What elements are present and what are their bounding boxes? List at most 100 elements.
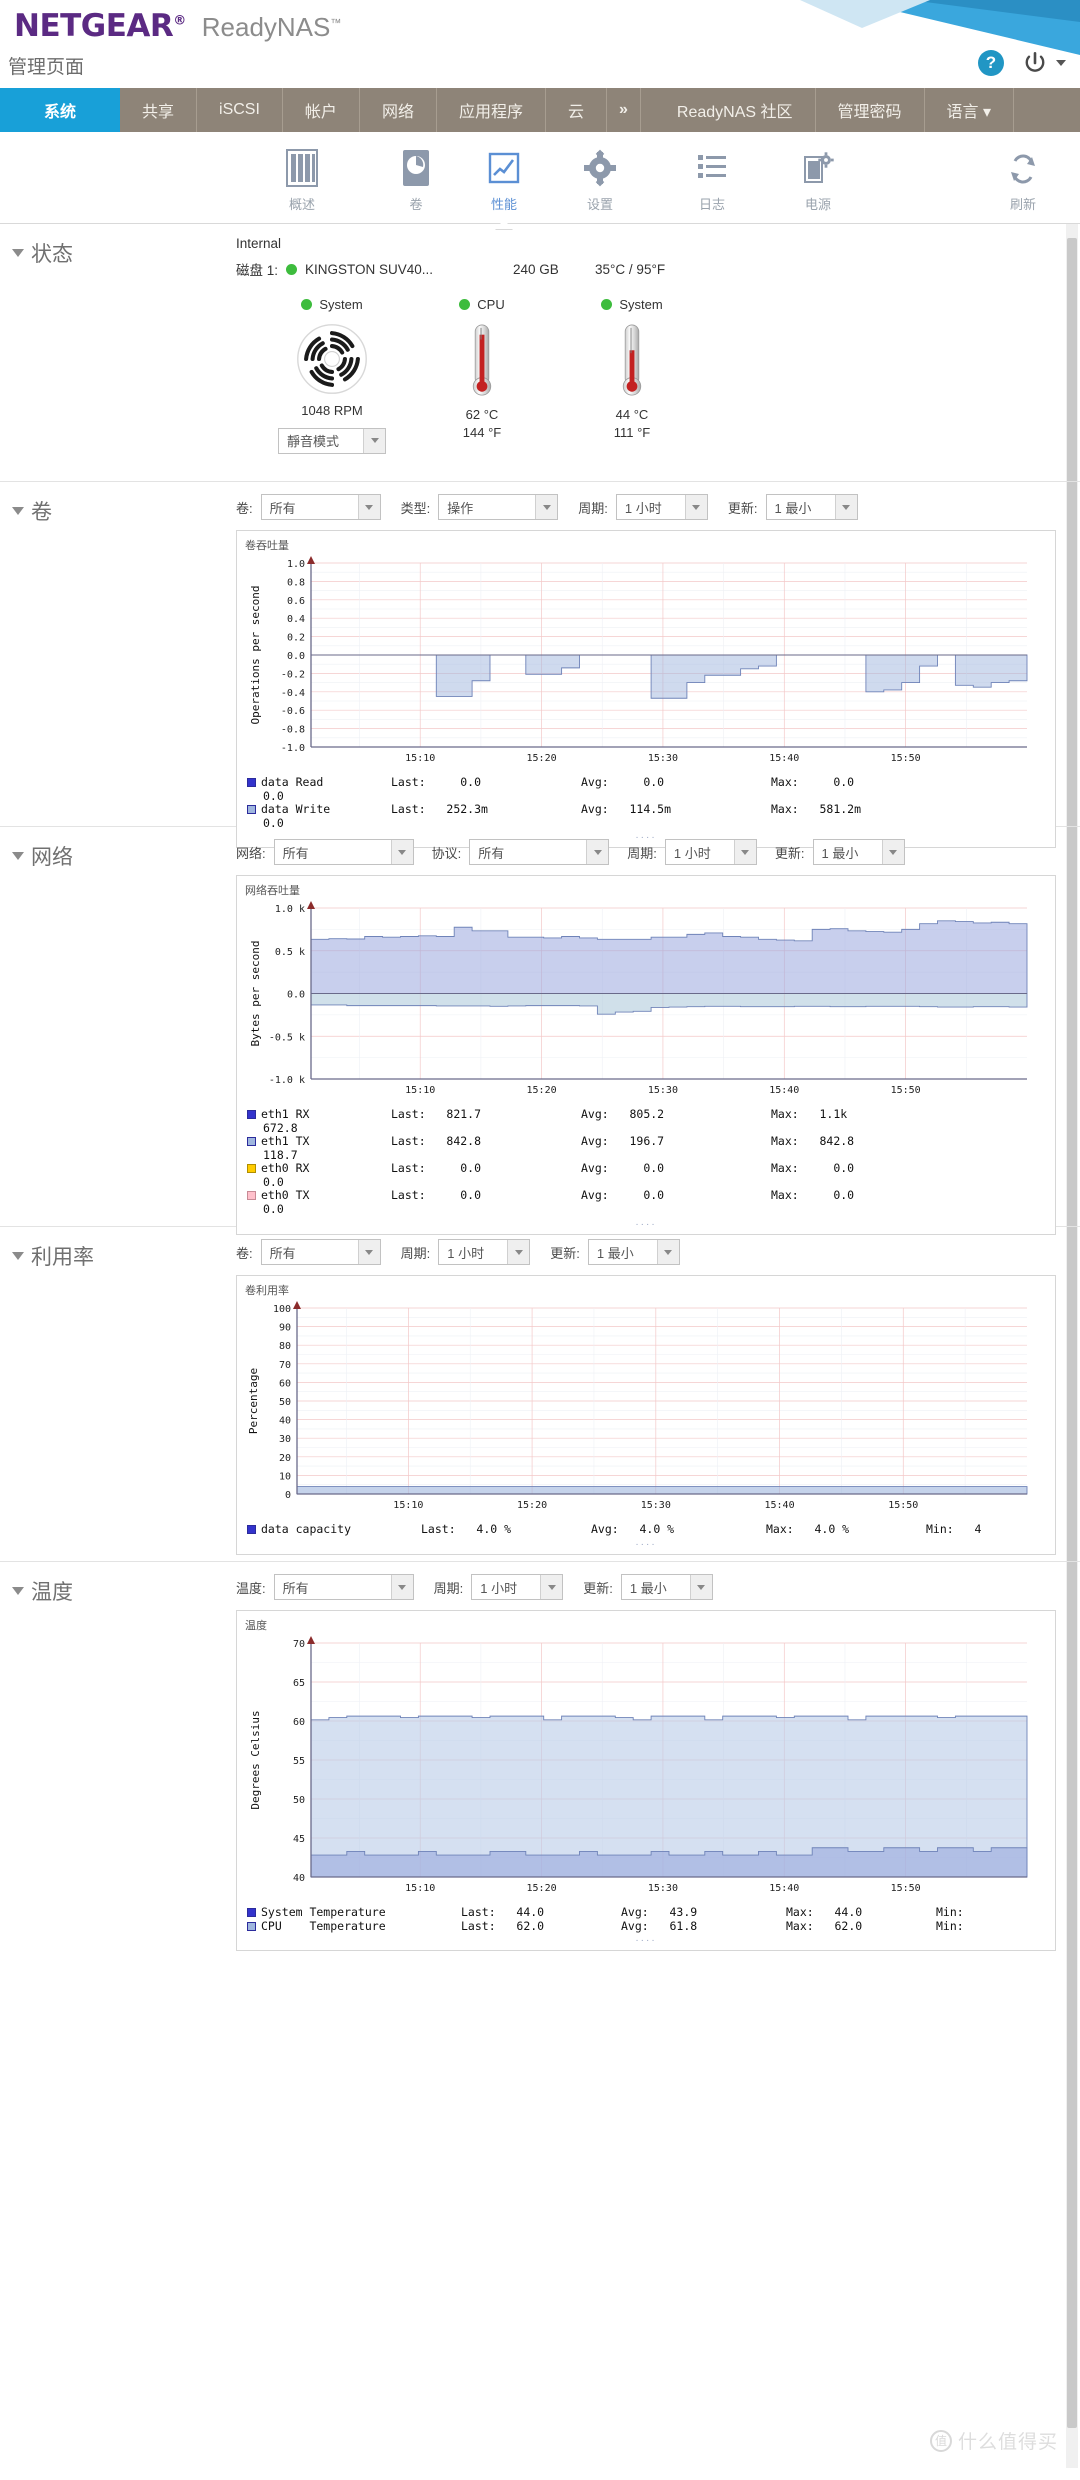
util-volume-chevron-down-icon[interactable] <box>357 1240 380 1264</box>
panel-resize-handle[interactable]: ···· <box>245 1933 1047 1946</box>
volume-body: 卷: 所有 类型: 操作 周期: 1 小时 更新: 1 最小 卷吞吐量 1.0 … <box>236 482 1080 862</box>
network-select-value: 所有 <box>282 845 309 861</box>
legend-wrap: 672.8 <box>263 1120 298 1135</box>
tab-iscsi[interactable]: iSCSI <box>197 88 283 132</box>
legend-swatch <box>247 1525 256 1534</box>
help-icon[interactable]: ? <box>978 50 1004 76</box>
svg-text:15:40: 15:40 <box>764 1500 794 1511</box>
panel-resize-handle[interactable]: ···· <box>245 1537 1047 1550</box>
legend-max: Max: 4.0 % <box>766 1522 850 1536</box>
power-icon[interactable] <box>1022 50 1048 76</box>
fan-mode-chevron-down-icon[interactable] <box>363 428 385 453</box>
collapse-triangle-icon[interactable] <box>12 249 24 257</box>
collapse-triangle-icon[interactable] <box>12 1587 24 1595</box>
legend-swatch <box>247 805 256 815</box>
tab-accounts[interactable]: 帐户 <box>283 88 360 132</box>
network-select-chevron-down-icon[interactable] <box>390 840 413 864</box>
util-volume-select[interactable]: 所有 <box>260 1239 381 1265</box>
network-period-select[interactable]: 1 小时 <box>664 839 757 865</box>
svg-text:60: 60 <box>293 1717 305 1728</box>
tab-overflow-chevron-icon[interactable]: » <box>607 88 641 132</box>
legend-swatch <box>247 1110 256 1119</box>
network-select[interactable]: 所有 <box>273 839 414 865</box>
main-scroll-area: 状态 Internal 磁盘 1: KINGSTON SUV40... 240 … <box>0 224 1080 2468</box>
tab-readynas-community[interactable]: ReadyNAS 社区 <box>655 88 816 132</box>
temp-select-chevron-down-icon[interactable] <box>390 1575 413 1599</box>
temp-period-chevron-down-icon[interactable] <box>540 1575 563 1599</box>
thermometer-icon <box>472 324 492 396</box>
svg-text:50: 50 <box>293 1795 305 1806</box>
volume-chart-panel: 卷吞吐量 1.0 0.8 0.6 0.4 0.2 0.0 -0.2 -0.4 -0.6 -0.8 -… <box>236 530 1056 849</box>
volume-section-header[interactable]: 卷 <box>12 496 52 526</box>
tab-cloud[interactable]: 云 <box>546 88 607 132</box>
temp-select[interactable]: 所有 <box>273 1574 414 1600</box>
main-tabbar: 系统 共享 iSCSI 帐户 网络 应用程序 云 » ReadyNAS 社区 管… <box>0 88 1080 132</box>
collapse-triangle-icon[interactable] <box>12 852 24 860</box>
collapse-triangle-icon[interactable] <box>12 507 24 515</box>
update-select[interactable]: 1 最小 <box>765 494 858 520</box>
temp-update-select[interactable]: 1 最小 <box>620 1574 713 1600</box>
legend-avg: Avg: 0.0 <box>581 775 665 789</box>
thermometer-icon <box>622 324 642 396</box>
toolbar-refresh[interactable]: 刷新 <box>975 144 1071 213</box>
util-period-select[interactable]: 1 小时 <box>438 1239 531 1265</box>
temp-update-chevron-down-icon[interactable] <box>689 1575 712 1599</box>
temperature-filters: 温度: 所有 周期: 1 小时 更新: 1 最小 <box>236 1574 1080 1600</box>
network-chart-panel: 网络吞吐量 1.0 k 0.5 k 0.0 -0.5 k -1.0 k 15:10 15:2… <box>236 875 1056 1235</box>
type-select-chevron-down-icon[interactable] <box>535 495 558 519</box>
type-select[interactable]: 操作 <box>438 494 559 520</box>
period-select-chevron-down-icon[interactable] <box>684 495 707 519</box>
period-select[interactable]: 1 小时 <box>615 494 708 520</box>
util-period-chevron-down-icon[interactable] <box>507 1240 530 1264</box>
fan-mode-select[interactable]: 靜音模式 <box>278 427 386 454</box>
toolbar-performance-label: 性能 <box>490 197 517 212</box>
tab-apps[interactable]: 应用程序 <box>437 88 546 132</box>
power-menu-chevron-down-icon[interactable] <box>1056 60 1066 66</box>
tab-network[interactable]: 网络 <box>360 88 437 132</box>
status-body: Internal 磁盘 1: KINGSTON SUV40... 240 GB … <box>236 224 1080 470</box>
toolbar-logs[interactable]: 日志 <box>664 144 760 213</box>
status-section-header[interactable]: 状态 <box>12 238 73 268</box>
tab-shares[interactable]: 共享 <box>120 88 198 132</box>
svg-text:Operations per second: Operations per second <box>249 585 262 724</box>
fan-icon <box>297 324 367 394</box>
temperature-chart-title: 温度 <box>245 1620 267 1632</box>
tab-system[interactable]: 系统 <box>0 88 120 132</box>
svg-text:-0.2: -0.2 <box>281 669 305 680</box>
collapse-triangle-icon[interactable] <box>12 1252 24 1260</box>
temp-period-select[interactable]: 1 小时 <box>471 1574 564 1600</box>
network-update-select[interactable]: 1 最小 <box>812 839 905 865</box>
util-update-select[interactable]: 1 最小 <box>587 1239 680 1265</box>
volume-filter-label-0: 卷: <box>236 500 253 516</box>
watermark-text: 什么值得买 <box>957 2432 1058 2453</box>
legend-row: eth0 RX Last: 0.0 Avg: 0.0 Max: 0.0 <box>245 1161 1047 1176</box>
toolbar-settings[interactable]: 设置 <box>552 144 648 213</box>
legend-swatch <box>247 1191 256 1201</box>
tab-admin-password[interactable]: 管理密码 <box>816 88 925 132</box>
network-period-chevron-down-icon[interactable] <box>733 840 756 864</box>
protocol-select[interactable]: 所有 <box>469 839 610 865</box>
toolbar-power[interactable]: 电源 <box>770 144 866 213</box>
util-update-chevron-down-icon[interactable] <box>656 1240 679 1264</box>
legend-avg: Avg: 114.5m <box>581 802 672 817</box>
update-select-chevron-down-icon[interactable] <box>834 495 857 519</box>
network-section-header[interactable]: 网络 <box>12 841 73 871</box>
toolbar-overview[interactable]: 概述 <box>254 144 350 213</box>
network-update-chevron-down-icon[interactable] <box>881 840 904 864</box>
volume-select[interactable]: 所有 <box>260 494 381 520</box>
svg-text:15:40: 15:40 <box>769 1085 799 1096</box>
toolbar-performance[interactable]: 性能 <box>456 144 552 230</box>
product-name: ReadyNAS <box>201 12 331 42</box>
svg-text:1.0: 1.0 <box>287 559 305 570</box>
legend-max: Max: 1.1k <box>771 1107 848 1121</box>
volume-select-chevron-down-icon[interactable] <box>357 495 380 519</box>
utilization-section-header[interactable]: 利用率 <box>12 1241 94 1271</box>
tab-language[interactable]: 语言 ▾ <box>925 88 1014 132</box>
legend-last: Last: 0.0 <box>391 1188 482 1203</box>
temperature-section-header[interactable]: 温度 <box>12 1576 73 1606</box>
section-network: 网络 网络: 所有 协议: 所有 周期: 1 小时 更新: 1 最小 网络吞吐量… <box>0 827 1080 1235</box>
toolbar-volume[interactable]: 卷 <box>368 144 464 213</box>
legend-max: Max: 0.0 <box>771 1188 855 1203</box>
volume-filters: 卷: 所有 类型: 操作 周期: 1 小时 更新: 1 最小 <box>236 494 1080 520</box>
protocol-select-chevron-down-icon[interactable] <box>586 840 609 864</box>
